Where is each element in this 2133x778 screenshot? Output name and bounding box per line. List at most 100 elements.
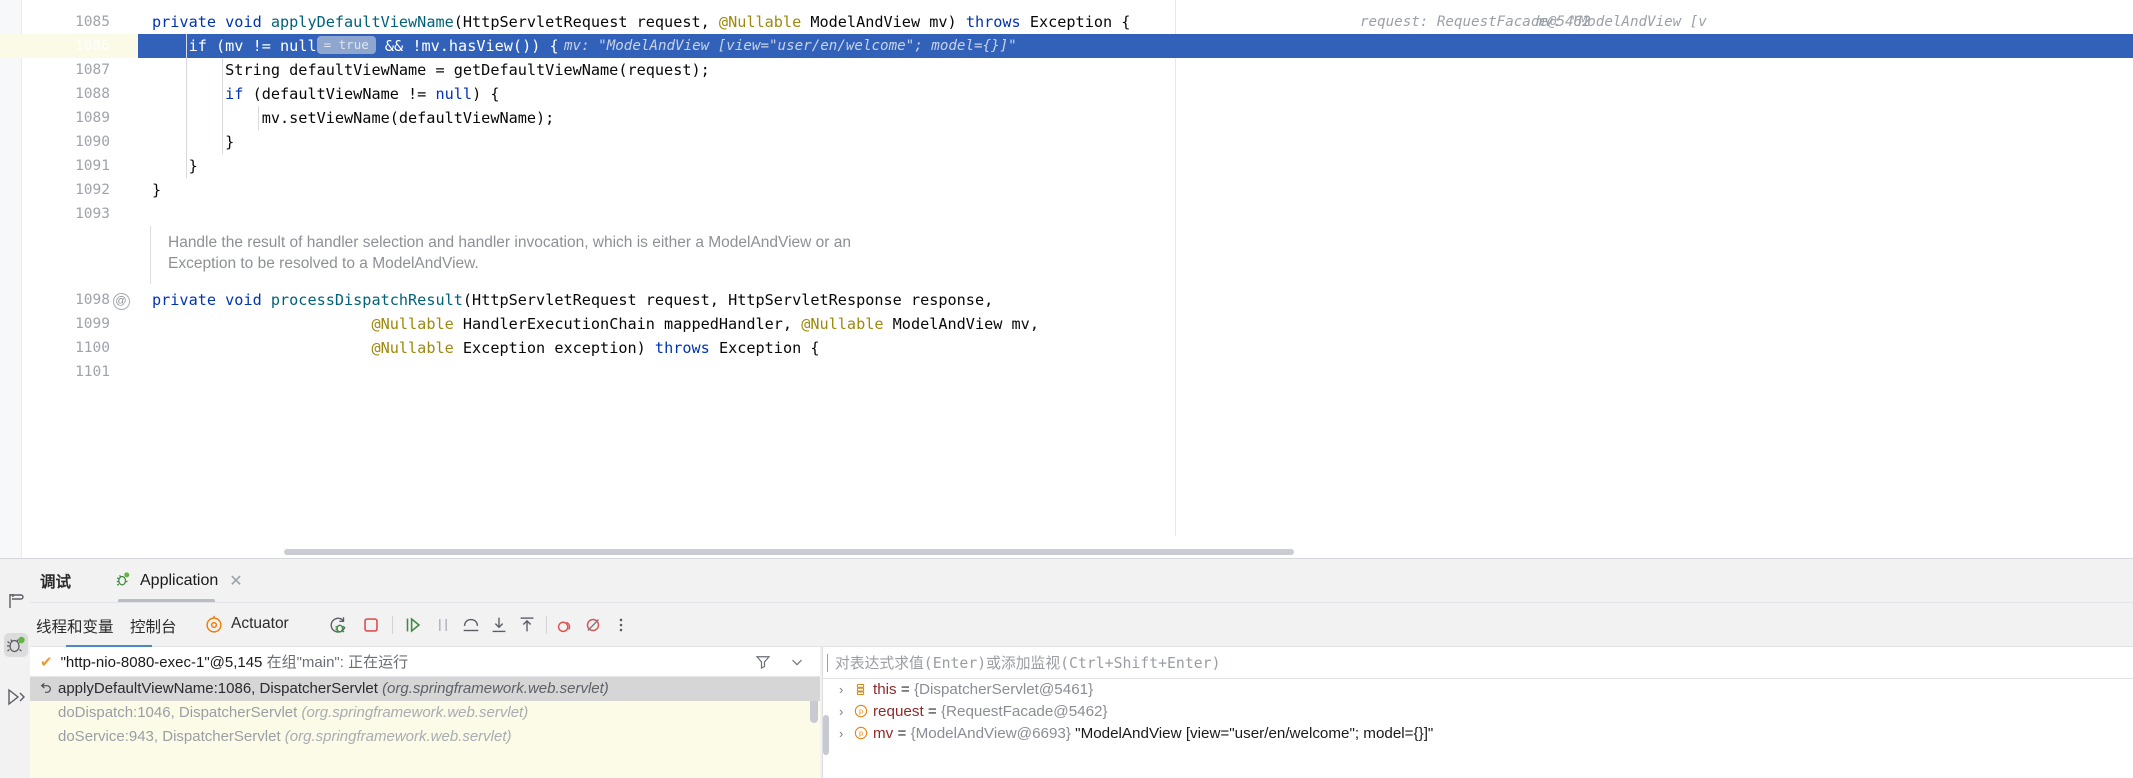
- line-number: 1093: [75, 206, 110, 222]
- line-number: 1086: [75, 38, 110, 54]
- code-line[interactable]: 1088 if (defaultViewName != null) {: [0, 82, 2133, 106]
- javadoc-left-rule: [150, 226, 151, 284]
- step-into-icon[interactable]: [488, 614, 510, 636]
- more-options-icon[interactable]: [610, 614, 632, 636]
- code-text: String defaultViewName = getDefaultViewN…: [152, 61, 710, 79]
- line-number: 1087: [75, 62, 110, 78]
- stack-frame-row[interactable]: doService:943, DispatcherServlet (org.sp…: [30, 725, 820, 749]
- variables-panel: 对表达式求值(Enter)或添加监视(Ctrl+Shift+Enter) › th…: [822, 647, 2133, 778]
- line-number: 1089: [75, 110, 110, 126]
- code-text: private void processDispatchResult(HttpS…: [152, 291, 994, 309]
- line-number: 1085: [75, 14, 110, 30]
- subtab-actuator[interactable]: Actuator: [231, 615, 289, 633]
- step-out-icon[interactable]: [516, 614, 538, 636]
- stack-frame-method: doDispatch:1046, DispatcherServlet: [58, 704, 302, 721]
- code-line[interactable]: 1087 String defaultViewName = getDefault…: [0, 58, 2133, 82]
- close-icon[interactable]: ✕: [229, 571, 242, 591]
- toolbar-separator-1: [392, 616, 393, 634]
- filter-icon[interactable]: [754, 653, 772, 671]
- ide-window: 1085 private void applyDefaultViewName(Ht…: [0, 0, 2133, 778]
- code-line[interactable]: 1085 private void applyDefaultViewName(Ht…: [0, 10, 2133, 34]
- step-over-icon[interactable]: [460, 614, 482, 636]
- code-line[interactable]: 1091 }: [0, 154, 2133, 178]
- variable-row[interactable]: › p mv = {ModelAndView@6693} "ModelAndView…: [823, 723, 2133, 745]
- subtab-console[interactable]: 控制台: [130, 615, 177, 637]
- call-stack-list[interactable]: applyDefaultViewName:1086, DispatcherSer…: [30, 677, 820, 778]
- evaluate-expression-input[interactable]: 对表达式求值(Enter)或添加监视(Ctrl+Shift+Enter): [823, 647, 2133, 679]
- inline-parameter-hint: mv: "ModelAndView [view="user/en/welcome…: [564, 38, 1017, 54]
- code-line[interactable]: 1099 @Nullable HandlerExecutionChain map…: [0, 312, 2133, 336]
- code-editor[interactable]: 1085 private void applyDefaultViewName(Ht…: [0, 0, 2133, 558]
- left-vertical-toolbar: [0, 559, 30, 778]
- variable-value: "ModelAndView [view="user/en/welcome"; m…: [1070, 725, 1434, 742]
- variables-list[interactable]: › this = {DispatcherServlet@5461} › p reques…: [823, 679, 2133, 778]
- tab-application-label: Application: [140, 572, 219, 589]
- code-text: }: [152, 133, 235, 151]
- view-breakpoints-icon[interactable]: [554, 614, 576, 636]
- variable-name: mv: [873, 725, 894, 742]
- editor-hscrollbar-track[interactable]: [138, 547, 2133, 558]
- expand-chevron-icon[interactable]: ›: [839, 723, 853, 745]
- reset-frame-icon[interactable]: [37, 681, 53, 697]
- thread-status-icon: ✔: [40, 653, 53, 671]
- indent-guide: [258, 106, 259, 130]
- chevron-down-icon[interactable]: [788, 653, 806, 671]
- code-line[interactable]: 1089 mv.setViewName(defaultViewName);: [0, 106, 2133, 130]
- line-number: 1101: [75, 364, 110, 380]
- debug-tool-icon[interactable]: [4, 633, 28, 657]
- inline-value-hint[interactable]: = true: [316, 36, 376, 54]
- debug-subtabs-row: 线程和变量 控制台 Actuator: [30, 603, 2133, 647]
- override-marker-icon[interactable]: @: [110, 288, 132, 312]
- stack-frame-row[interactable]: doDispatch:1046, DispatcherServlet (org.…: [30, 701, 820, 725]
- rerun-debug-icon[interactable]: [327, 614, 349, 636]
- code-line[interactable]: 1090 }: [0, 130, 2133, 154]
- editor-hscrollbar-thumb[interactable]: [284, 549, 1294, 555]
- code-line[interactable]: 1098 @ private void processDispatchResult(…: [0, 288, 2133, 312]
- param-icon: p: [853, 725, 873, 748]
- mute-breakpoints-icon[interactable]: [582, 614, 604, 636]
- code-line[interactable]: 1086 if (mv != null = true && !mv.hasView…: [0, 34, 2133, 58]
- frames-panel: ✔ "http-nio-8080-exec-1"@5,145 在组"main":…: [30, 647, 820, 778]
- line-number: 1100: [75, 340, 110, 356]
- svg-text:p: p: [859, 707, 863, 716]
- line-number: 1099: [75, 316, 110, 332]
- stack-frame-row[interactable]: applyDefaultViewName:1086, DispatcherSer…: [30, 677, 820, 701]
- subtab-threads-variables[interactable]: 线程和变量: [36, 615, 114, 637]
- stack-frame-package: (org.springframework.web.servlet): [382, 680, 609, 697]
- indent-guide: [186, 34, 187, 178]
- structure-icon[interactable]: [4, 589, 28, 613]
- stack-frame-method: doService:943, DispatcherServlet: [58, 728, 285, 745]
- expand-chevron-icon[interactable]: ›: [839, 679, 853, 701]
- code-text: }: [152, 157, 198, 175]
- code-line[interactable]: 1100 @Nullable Exception exception) thro…: [0, 336, 2133, 360]
- thread-selector[interactable]: ✔ "http-nio-8080-exec-1"@5,145 在组"main":…: [30, 647, 820, 677]
- code-text: if (defaultViewName != null) {: [225, 85, 500, 103]
- variable-equals: =: [923, 703, 941, 720]
- code-line[interactable]: 1093: [0, 202, 2133, 226]
- svg-text:p: p: [859, 729, 863, 738]
- actuator-icon[interactable]: [203, 614, 225, 636]
- variable-name: this: [873, 681, 897, 698]
- variable-row[interactable]: › p request = {RequestFacade@5462}: [823, 701, 2133, 723]
- stop-icon[interactable]: [360, 614, 382, 636]
- code-text: }: [152, 181, 162, 199]
- code-text: @Nullable Exception exception) throws Ex…: [371, 339, 820, 357]
- code-line[interactable]: 1092}: [0, 178, 2133, 202]
- run-tool-icon[interactable]: [4, 685, 28, 709]
- tab-debug[interactable]: 调试: [40, 570, 71, 592]
- resume-icon[interactable]: [402, 614, 424, 636]
- code-line[interactable]: 1101: [0, 360, 2133, 384]
- variable-row[interactable]: › this = {DispatcherServlet@5461}: [823, 679, 2133, 701]
- code-text: if (mv != null = true && !mv.hasView()) {: [188, 36, 559, 55]
- tab-application[interactable]: Application ✕: [105, 559, 253, 603]
- stack-frame-method: applyDefaultViewName:1086, DispatcherSer…: [58, 680, 383, 697]
- debug-run-config-icon: [113, 569, 133, 594]
- stack-frame-package: (org.springframework.web.servlet): [284, 728, 512, 745]
- expand-chevron-icon[interactable]: ›: [839, 701, 853, 723]
- text-caret: [827, 654, 828, 672]
- variable-reference: {DispatcherServlet@5461}: [913, 681, 1094, 698]
- variable-reference: {ModelAndView@6693}: [910, 725, 1071, 742]
- pause-icon[interactable]: [432, 614, 454, 636]
